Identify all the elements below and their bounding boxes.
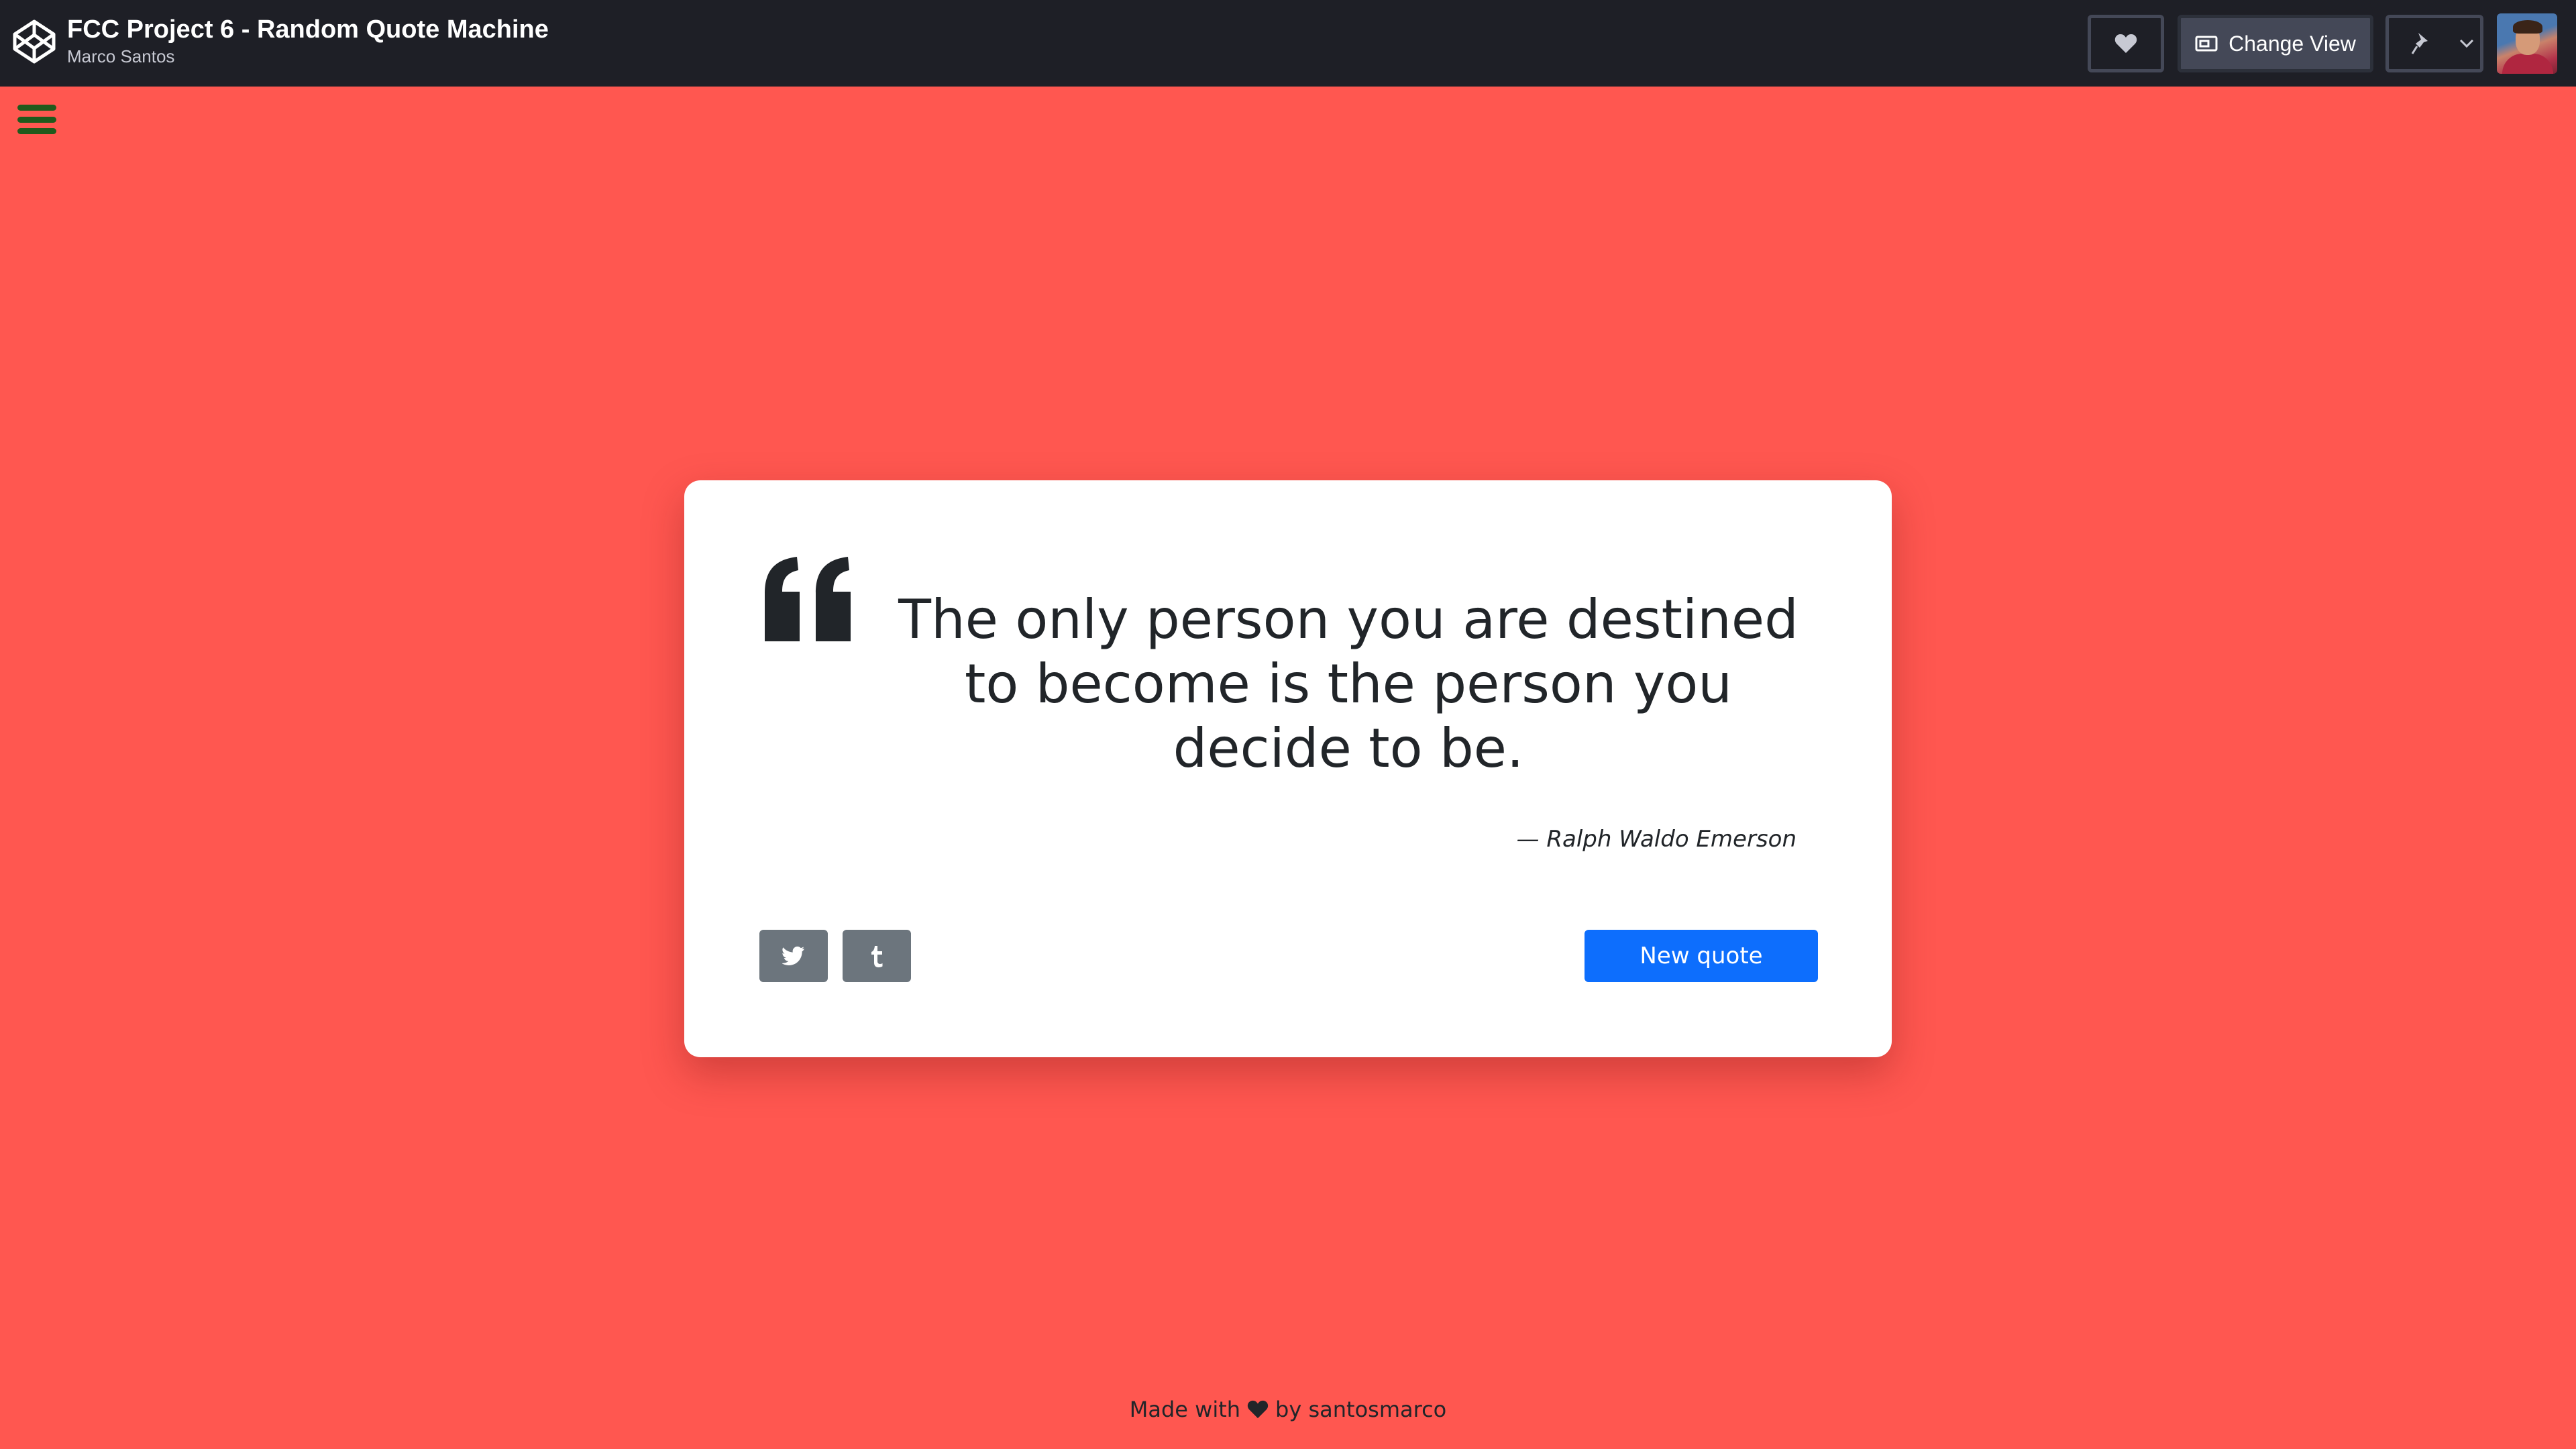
change-view-icon: [2195, 36, 2218, 52]
pin-options-button[interactable]: [2453, 15, 2483, 72]
menu-bar: [17, 116, 56, 123]
quote-box: The only person you are destined to beco…: [684, 480, 1892, 1057]
like-button[interactable]: [2088, 15, 2164, 72]
user-avatar[interactable]: [2497, 13, 2557, 74]
chevron-down-icon: [2459, 39, 2473, 48]
pen-title[interactable]: FCC Project 6 - Random Quote Machine: [67, 13, 549, 46]
footer-made-with: Made with: [1129, 1397, 1241, 1422]
pen-author[interactable]: Marco Santos: [67, 46, 549, 67]
heart-icon: [1247, 1400, 1269, 1419]
tweet-quote-button[interactable]: [759, 930, 828, 982]
twitter-icon: [782, 947, 804, 965]
pin-icon: [2411, 33, 2428, 54]
codepen-logo-icon[interactable]: [12, 19, 56, 64]
heart-icon: [2114, 34, 2137, 53]
footer: Made with by santosmarco: [0, 1397, 2576, 1422]
codepen-topbar: FCC Project 6 - Random Quote Machine Mar…: [0, 0, 2576, 87]
avatar-hair: [2513, 20, 2542, 34]
menu-icon[interactable]: [15, 101, 59, 138]
tumblr-quote-button[interactable]: [843, 930, 911, 982]
pin-button[interactable]: [2385, 15, 2453, 72]
footer-credit[interactable]: by santosmarco: [1275, 1397, 1446, 1422]
change-view-label: Change View: [2229, 31, 2356, 56]
new-quote-button[interactable]: New quote: [1585, 930, 1818, 982]
quote-author: — Ralph Waldo Emerson: [1516, 826, 1796, 853]
quote-text: The only person you are destined to beco…: [898, 588, 1799, 780]
avatar-shirt: [2502, 54, 2553, 74]
menu-bar: [17, 128, 56, 134]
change-view-button[interactable]: Change View: [2178, 15, 2373, 72]
menu-bar: [17, 105, 56, 111]
tumblr-icon: [871, 946, 883, 967]
pen-title-block: FCC Project 6 - Random Quote Machine Mar…: [67, 13, 549, 67]
quote-left-icon: [765, 557, 851, 641]
